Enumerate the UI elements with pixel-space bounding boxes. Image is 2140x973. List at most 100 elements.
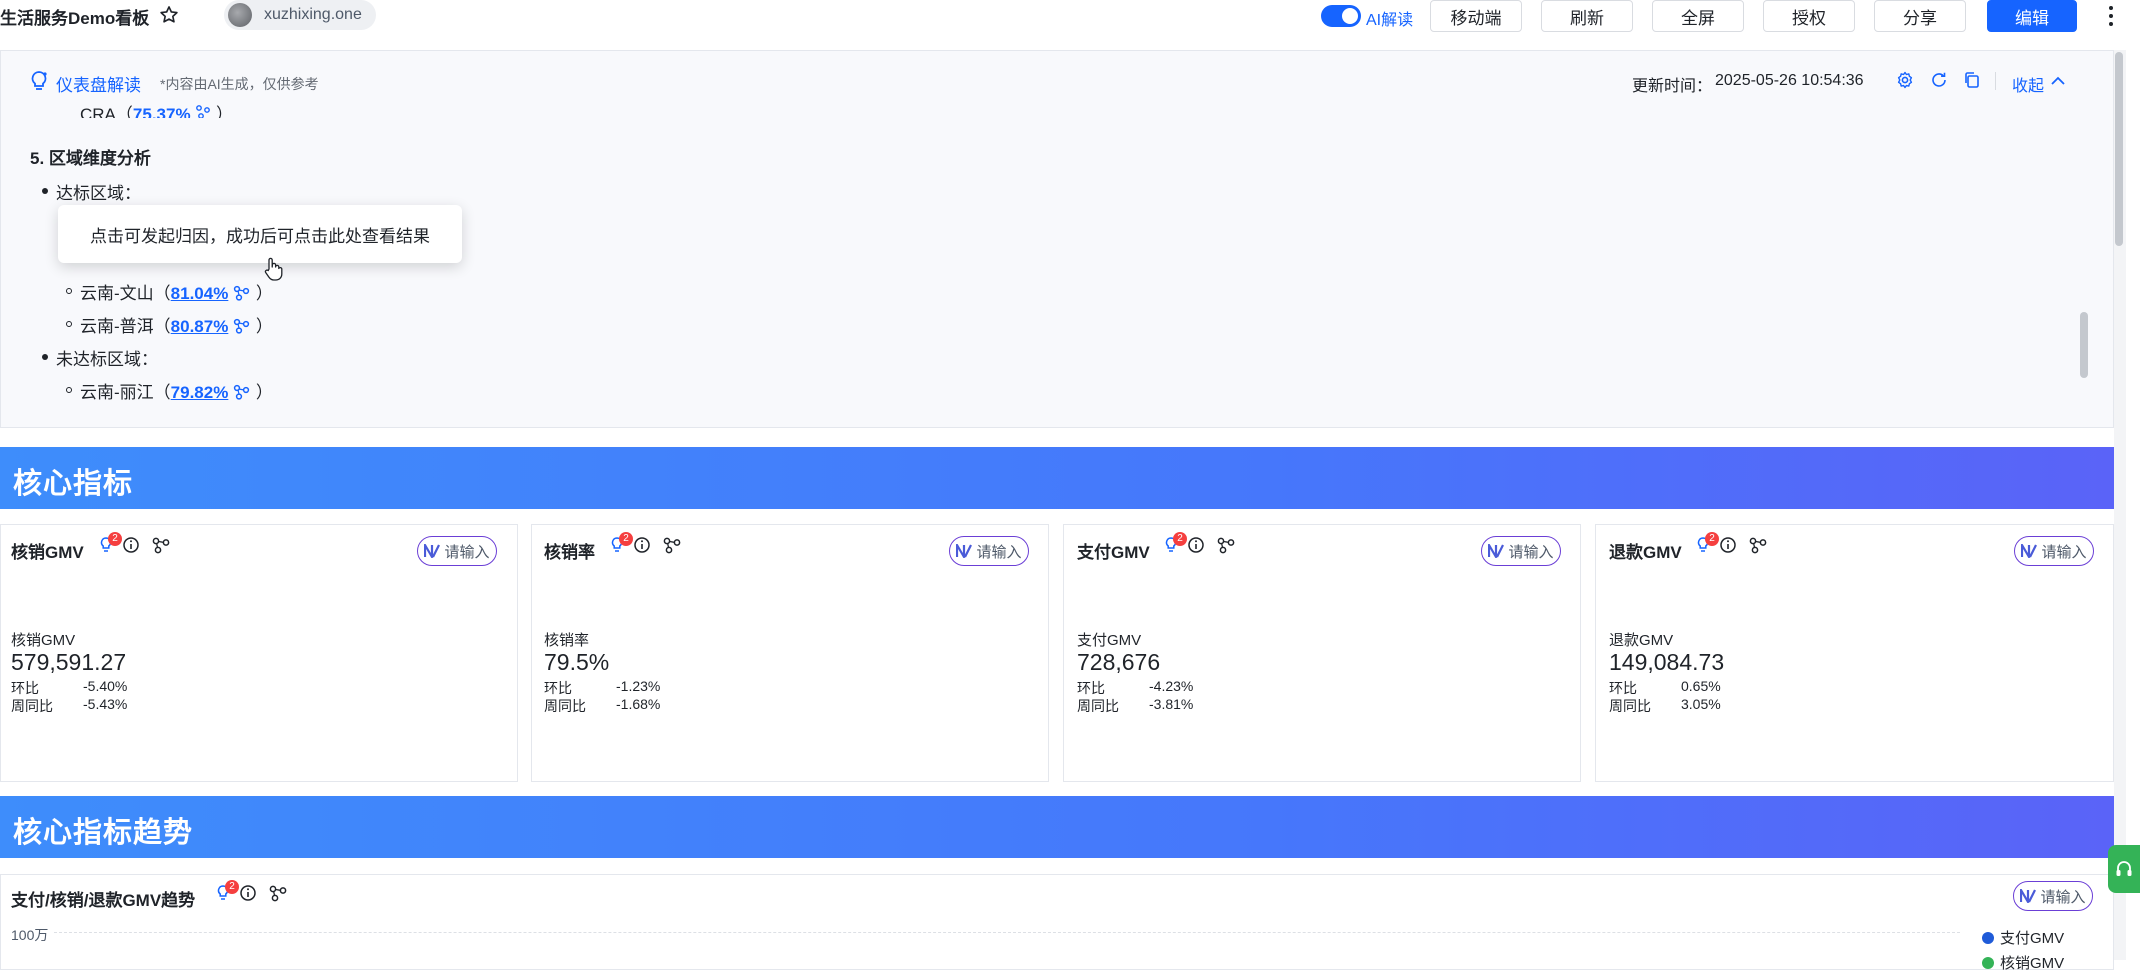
ask-ai-button[interactable]: 请输入 [2014, 536, 2094, 566]
panel-scrollbar[interactable] [2080, 312, 2088, 378]
attribution-icon[interactable] [1216, 536, 1236, 554]
trend-chart-card [0, 874, 2114, 970]
ask-ai-label: 请输入 [976, 543, 1022, 561]
group-label-pass: 达标区域： [56, 184, 141, 203]
ai-logo-icon [1488, 544, 1505, 558]
info-icon[interactable] [122, 536, 140, 554]
collapse-button[interactable]: 收起 [2012, 72, 2044, 96]
cut-off-line: CRA（75.37% ） [80, 100, 233, 118]
cut-off-pct-link[interactable]: 75.37% [133, 105, 191, 118]
metric-card: 退款GMV 2 请输入 退款GMV 149,084.73 环比 0.65% 周同… [1595, 524, 2114, 782]
headset-icon [2116, 861, 2132, 876]
copy-icon[interactable] [1963, 71, 1981, 89]
ai-interpret-toggle[interactable] [1321, 5, 1361, 27]
metric-value: 579,591.27 [11, 649, 127, 675]
region-name: 云南-普洱（ [80, 317, 171, 336]
star-icon[interactable] [158, 4, 180, 26]
ask-ai-button[interactable]: 请输入 [417, 536, 497, 566]
attribution-icon[interactable] [1748, 536, 1768, 554]
ask-ai-label: 请输入 [2041, 543, 2087, 561]
info-icon[interactable] [1187, 536, 1205, 554]
more-vertical-icon[interactable] [2104, 4, 2118, 28]
avatar [228, 3, 252, 27]
wow-label: 周同比 [1077, 698, 1119, 714]
wow-label: 周同比 [1609, 698, 1651, 714]
bullet-dot [42, 188, 48, 194]
y-axis-tick: 100万 [11, 927, 49, 943]
ask-ai-label: 请输入 [1508, 543, 1554, 561]
ai-bulb-icon[interactable]: 2 [1164, 532, 1187, 554]
mobile-button[interactable]: 移动端 [1430, 0, 1522, 32]
ask-ai-button[interactable]: 请输入 [949, 536, 1029, 566]
region-pct-link[interactable]: 80.87% [171, 317, 229, 336]
ai-panel-title: 仪表盘解读 [56, 76, 141, 95]
info-icon[interactable] [633, 536, 651, 554]
metric-label: 核销率 [544, 632, 590, 649]
bullet-ring [66, 321, 72, 327]
ask-ai-button[interactable]: 请输入 [2013, 881, 2093, 911]
core-metrics-title: 核心指标 [13, 468, 134, 500]
attribution-icon[interactable] [662, 536, 682, 554]
attribution-icon[interactable] [233, 384, 251, 400]
ask-ai-label: 请输入 [2040, 888, 2086, 906]
region-name: 云南-丽江（ [80, 383, 171, 402]
region-item: 云南-普洱（80.87% ） [80, 312, 273, 337]
ask-ai-button[interactable]: 请输入 [1481, 536, 1561, 566]
attribution-icon[interactable] [151, 536, 171, 554]
metric-card: 核销率 2 请输入 核销率 79.5% 环比 -1.23% 周同比 -1.68% [531, 524, 1049, 782]
mom-label: 环比 [11, 680, 39, 696]
attribution-icon[interactable] [233, 285, 251, 301]
edit-button[interactable]: 编辑 [1987, 0, 2077, 32]
region-name: 云南-文山（ [80, 284, 171, 303]
card-title: 支付GMV [1077, 543, 1150, 562]
ai-bulb-icon[interactable]: 2 [216, 880, 239, 902]
authorize-button[interactable]: 授权 [1763, 0, 1855, 32]
refresh-icon[interactable] [1930, 71, 1948, 89]
page-scrollbar-thumb[interactable] [2115, 52, 2123, 246]
settings-icon[interactable] [1896, 71, 1914, 89]
trend-icons: 2 [216, 880, 288, 902]
attribution-icon[interactable] [233, 318, 251, 334]
update-time-label: 更新时间： [1632, 78, 1713, 95]
hand-cursor-icon [264, 257, 283, 281]
ai-bulb-icon[interactable]: 2 [99, 532, 122, 554]
badge-count: 2 [1173, 532, 1187, 546]
metric-value: 728,676 [1077, 649, 1161, 675]
metric-label: 支付GMV [1077, 632, 1142, 649]
header-divider [1995, 72, 1996, 90]
support-float-button[interactable] [2108, 845, 2140, 893]
attribution-icon[interactable] [195, 104, 211, 118]
badge-count: 2 [619, 532, 633, 546]
fullscreen-button[interactable]: 全屏 [1652, 0, 1744, 32]
metric-label: 退款GMV [1609, 632, 1674, 649]
region-pct-link[interactable]: 81.04% [171, 284, 229, 303]
region-pct-link[interactable]: 79.82% [171, 383, 229, 402]
info-icon[interactable] [1719, 536, 1737, 554]
refresh-button[interactable]: 刷新 [1541, 0, 1633, 32]
region-item: 云南-文山（81.04% ） [80, 279, 273, 304]
ai-bulb-icon[interactable]: 2 [610, 532, 633, 554]
legend-item[interactable]: 支付GMV [1982, 927, 2064, 948]
bullet-dot [42, 354, 48, 360]
mom-label: 环比 [544, 680, 572, 696]
bullet-ring [66, 288, 72, 294]
section-heading: 5. 区域维度分析 [30, 149, 151, 168]
wow-value: -3.81% [1149, 696, 1194, 712]
metric-label: 核销GMV [11, 632, 76, 649]
ai-bulb-icon[interactable]: 2 [1696, 532, 1719, 554]
trend-chart-title: 支付/核销/退款GMV趋势 [11, 891, 196, 910]
card-title: 核销率 [544, 543, 595, 562]
metric-card: 核销GMV 2 请输入 核销GMV 579,591.27 环比 -5.40% 周… [0, 524, 518, 782]
info-icon[interactable] [239, 884, 257, 902]
region-end: ） [255, 284, 273, 303]
ai-logo-icon [424, 544, 441, 558]
chevron-up-icon[interactable] [2050, 74, 2066, 88]
owner-chip[interactable]: xuzhixing.one [224, 0, 376, 30]
mom-value: -1.23% [616, 678, 661, 694]
card-title: 核销GMV [11, 543, 84, 562]
group-label-fail: 未达标区域： [56, 350, 158, 369]
share-button[interactable]: 分享 [1874, 0, 1966, 32]
mom-label: 环比 [1609, 680, 1637, 696]
metric-card: 支付GMV 2 请输入 支付GMV 728,676 环比 -4.23% 周同比 … [1063, 524, 1581, 782]
attribution-icon[interactable] [268, 884, 288, 902]
